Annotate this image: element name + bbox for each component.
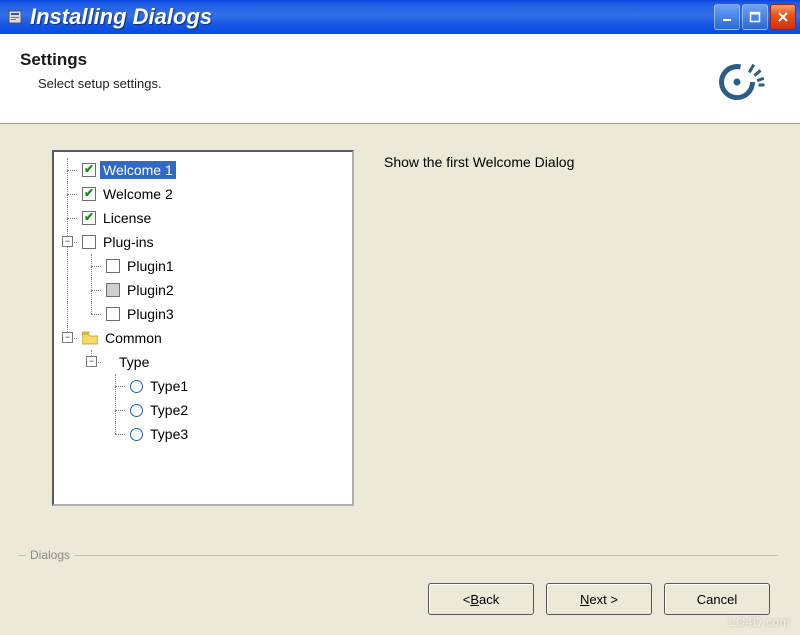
checkbox-icon[interactable] bbox=[82, 211, 96, 225]
tree-item-type3[interactable]: Type3 bbox=[58, 422, 348, 446]
group-label: Dialogs bbox=[26, 548, 74, 562]
tree-item-license[interactable]: License bbox=[58, 206, 348, 230]
radio-icon[interactable] bbox=[130, 404, 143, 417]
tree-item-welcome1[interactable]: Welcome 1 bbox=[58, 158, 348, 182]
back-button[interactable]: < Back bbox=[428, 583, 534, 615]
tree-label: Type3 bbox=[147, 425, 191, 443]
tree-label: Type1 bbox=[147, 377, 191, 395]
tree-item-welcome2[interactable]: Welcome 2 bbox=[58, 182, 348, 206]
tree-item-type1[interactable]: Type1 bbox=[58, 374, 348, 398]
checkbox-icon[interactable] bbox=[106, 307, 120, 321]
radio-icon[interactable] bbox=[130, 428, 143, 441]
content-area: Welcome 1 Welcome 2 bbox=[0, 124, 800, 635]
tree-label: Common bbox=[102, 329, 165, 347]
minimize-button[interactable] bbox=[714, 4, 740, 30]
tree-item-plugin2[interactable]: Plugin2 bbox=[58, 278, 348, 302]
page-subtitle: Select setup settings. bbox=[38, 76, 162, 91]
tree-item-plugin3[interactable]: Plugin3 bbox=[58, 302, 348, 326]
checkbox-icon[interactable] bbox=[82, 163, 96, 177]
item-description: Show the first Welcome Dialog bbox=[384, 150, 574, 170]
close-button[interactable] bbox=[770, 4, 796, 30]
back-suffix: ack bbox=[479, 592, 499, 607]
tree-item-plugins[interactable]: − Plug-ins bbox=[58, 230, 348, 254]
tree-item-type2[interactable]: Type2 bbox=[58, 398, 348, 422]
cancel-button[interactable]: Cancel bbox=[664, 583, 770, 615]
wizard-buttons: < Back Next > Cancel bbox=[428, 583, 770, 615]
wizard-header: Settings Select setup settings. bbox=[0, 34, 800, 124]
header-text: Settings Select setup settings. bbox=[20, 50, 162, 91]
checkbox-icon[interactable] bbox=[82, 235, 96, 249]
tree-label: Type2 bbox=[147, 401, 191, 419]
tree-label: Welcome 1 bbox=[100, 161, 176, 179]
checkbox-icon[interactable] bbox=[106, 259, 120, 273]
maximize-button[interactable] bbox=[742, 4, 768, 30]
collapse-icon[interactable]: − bbox=[86, 356, 97, 367]
tree-label: Plugin3 bbox=[124, 305, 177, 323]
window-title: Installing Dialogs bbox=[30, 4, 714, 30]
tree-item-type[interactable]: − Type bbox=[58, 350, 348, 374]
tree-item-common[interactable]: − Common bbox=[58, 326, 348, 350]
radio-icon[interactable] bbox=[130, 380, 143, 393]
next-mnemonic: N bbox=[580, 592, 589, 607]
tree-label: Plugin1 bbox=[124, 257, 177, 275]
collapse-icon[interactable]: − bbox=[62, 332, 73, 343]
group-label-row: Dialogs bbox=[18, 549, 778, 561]
settings-tree[interactable]: Welcome 1 Welcome 2 bbox=[52, 150, 354, 506]
window-controls bbox=[714, 4, 796, 30]
title-bar: Installing Dialogs bbox=[0, 0, 800, 34]
back-mnemonic: B bbox=[470, 592, 479, 607]
checkbox-icon[interactable] bbox=[106, 283, 120, 297]
back-prefix: < bbox=[463, 592, 471, 607]
folder-icon bbox=[82, 331, 98, 345]
checkbox-icon[interactable] bbox=[82, 187, 96, 201]
tree-label: Type bbox=[116, 353, 152, 371]
watermark: LO4D.com bbox=[729, 615, 790, 629]
tree-label: Plug-ins bbox=[100, 233, 157, 251]
tree-label: License bbox=[100, 209, 154, 227]
tree-item-plugin1[interactable]: Plugin1 bbox=[58, 254, 348, 278]
collapse-icon[interactable]: − bbox=[62, 236, 73, 247]
tree-label: Welcome 2 bbox=[100, 185, 176, 203]
app-icon bbox=[6, 8, 24, 26]
cancel-label: Cancel bbox=[697, 592, 737, 607]
wizard-logo bbox=[704, 54, 770, 113]
next-suffix: ext > bbox=[589, 592, 618, 607]
page-title: Settings bbox=[20, 50, 162, 70]
tree-label: Plugin2 bbox=[124, 281, 177, 299]
next-button[interactable]: Next > bbox=[546, 583, 652, 615]
